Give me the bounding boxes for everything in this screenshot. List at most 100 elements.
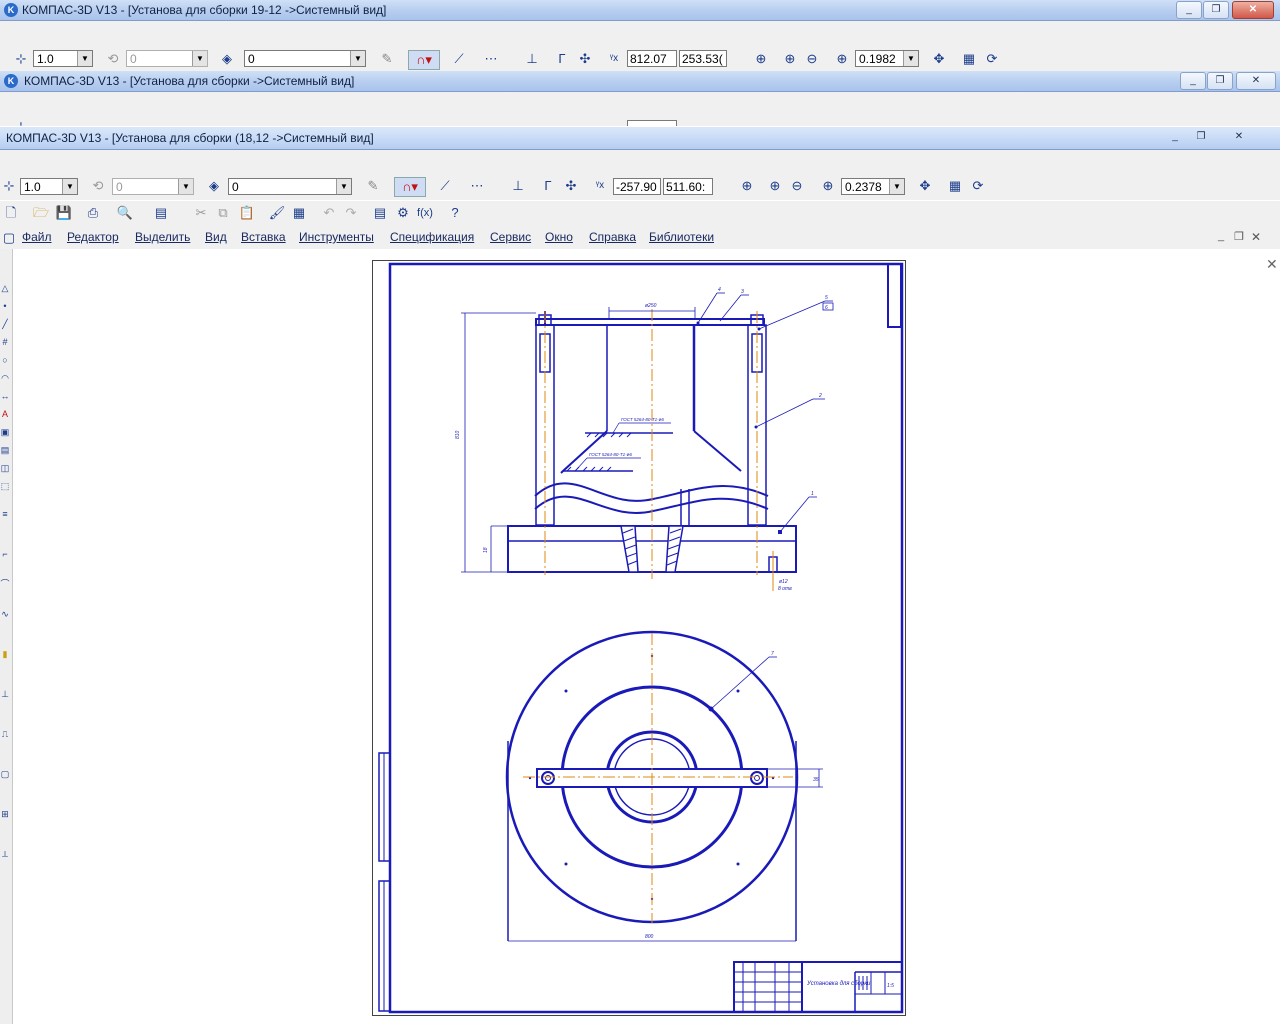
menu-tools[interactable]: Инструменты [299,230,374,244]
zoom-combo[interactable]: 0.1982 ▼ [855,50,919,67]
zoom-combo[interactable]: 0.2378 ▼ [841,178,905,195]
angle-combo[interactable]: 0 ▼ [126,50,208,67]
menu-specification[interactable]: Спецификация [390,230,474,244]
minimize-button[interactable]: _ [1163,129,1187,145]
menu-select[interactable]: Выделить [135,230,190,244]
pan-icon[interactable]: ✥ [916,177,934,195]
text-icon[interactable]: A [0,409,10,419]
close-button[interactable]: ✕ [1232,1,1274,19]
tool-icon-c[interactable]: ▮ [0,649,10,659]
zoom-scale-icon[interactable]: ⊕ [819,177,837,195]
measure-icon[interactable]: ◫ [0,463,10,473]
circle-icon[interactable]: ○ [0,355,10,365]
trim-icon[interactable]: Γ [539,177,557,195]
pan-icon[interactable]: ✥ [930,50,948,68]
window-title-bar-3[interactable]: КОМПАС-3D V13 - [Установа для сборки (18… [0,127,1280,150]
properties-icon[interactable]: ▦ [290,204,308,222]
step-combo[interactable]: 1.0 ▼ [20,178,78,195]
menu-service[interactable]: Сервис [490,230,531,244]
layer-icon[interactable]: ◈ [205,177,223,195]
menu-editor[interactable]: Редактор [67,230,119,244]
menu-libraries[interactable]: Библиотеки [649,230,714,244]
drawing-canvas[interactable]: ø250 810 18 ø12 8 отв ГОСТ 5264-80-Т1-ø6… [373,261,905,1015]
paste-icon[interactable]: 📋 [238,204,256,222]
layer-icon[interactable]: ◈ [218,50,236,68]
snap-settings-icon[interactable]: ✣ [562,177,580,195]
cut-icon[interactable]: ✂ [192,204,210,222]
chevron-down-icon[interactable]: ▼ [350,51,365,66]
chevron-down-icon[interactable]: ▼ [178,179,193,194]
segment-icon[interactable]: ╱ [0,319,10,329]
tool-icon-e[interactable]: ⎍ [0,729,10,739]
undo-icon[interactable]: ↶ [320,204,338,222]
help-icon[interactable]: ? [446,204,464,222]
tool-icon-a[interactable]: ⌒ [0,579,10,589]
spec-icon[interactable]: ≡ [0,509,10,519]
print-icon[interactable]: ⎙ [84,204,102,222]
snap-magnet-icon[interactable]: ∩▾ [394,177,426,197]
tree-icon[interactable]: ▤ [371,204,389,222]
refresh-icon[interactable]: ⟳ [983,50,1001,68]
grid-step-icon[interactable]: ⊹ [12,50,30,68]
dimension-icon[interactable]: ↔ [0,391,10,401]
chevron-down-icon[interactable]: ▼ [889,179,904,194]
y-coordinate-field[interactable]: 511.60: [663,178,713,195]
trim-icon[interactable]: Γ [553,50,571,68]
x-coordinate-field[interactable]: 812.07 [627,50,677,67]
restore-button[interactable]: ❐ [1203,1,1229,19]
geometry-icon[interactable]: △ [0,283,10,293]
open-file-icon[interactable]: 🗁 [32,204,50,222]
zoom-out-icon[interactable]: ⊖ [803,50,821,68]
minimize-button[interactable]: _ [1180,72,1206,90]
menu-view[interactable]: Вид [205,230,227,244]
window-title-bar-2[interactable]: K КОМПАС-3D V13 - [Установа для сборки -… [0,71,1280,92]
panel-close-icon[interactable]: ✕ [1266,256,1278,273]
show-all-icon[interactable]: ▦ [946,177,964,195]
new-file-icon[interactable]: 🗋 [2,204,20,222]
zoom-window-icon[interactable]: ⊕ [738,177,756,195]
tool-icon-g[interactable]: ⊞ [0,809,10,819]
doc-close-button[interactable]: ✕ [1251,230,1261,244]
local-cs-icon[interactable]: ⊥ [523,50,541,68]
param-icon[interactable]: ▤ [0,445,10,455]
menu-window[interactable]: Окно [545,230,573,244]
x-coordinate-field[interactable]: -257.90 [613,178,661,195]
refresh-icon[interactable]: ⟳ [969,177,987,195]
grid-icon[interactable]: ⋯▾ [482,50,500,84]
coordinates-icon[interactable]: ᵞx [591,177,609,195]
save-icon[interactable]: 💾 [55,204,73,222]
chevron-down-icon[interactable]: ▼ [903,51,918,66]
zoom-window-icon[interactable]: ⊕ [752,50,770,68]
arc-icon[interactable]: ◠ [0,373,10,383]
zoom-out-icon[interactable]: ⊖ [788,177,806,195]
close-button[interactable]: ✕ [1236,72,1276,90]
step-combo[interactable]: 1.0 ▼ [33,50,93,67]
pen-icon[interactable]: ✎ [364,177,382,195]
zoom-in-icon[interactable]: ⊕ [766,177,784,195]
doc-restore-button[interactable]: ❐ [1234,230,1244,243]
ortho-icon[interactable]: ⟋ [450,50,468,68]
chevron-down-icon[interactable]: ▼ [62,179,77,194]
drawing-sheet[interactable]: ø250 810 18 ø12 8 отв ГОСТ 5264-80-Т1-ø6… [372,260,906,1016]
hatch-icon[interactable]: # [0,337,10,347]
coordinates-icon[interactable]: ᵞx [605,50,623,68]
edit-icon[interactable]: ▣ [0,427,10,437]
angle-icon[interactable]: ⟲ [89,177,107,195]
redo-icon[interactable]: ↷ [342,204,360,222]
local-cs-icon[interactable]: ⊥ [509,177,527,195]
menu-help[interactable]: Справка [589,230,636,244]
manager-icon[interactable]: ▤ [152,204,170,222]
tool-icon-f[interactable]: ▢ [0,769,10,779]
variables-icon[interactable]: f(x) [416,204,434,222]
ortho-icon[interactable]: ⟋ [436,177,454,195]
tool-icon-b[interactable]: ∿ [0,609,10,619]
layer-combo[interactable]: 0 ▼ [228,178,352,195]
grid-step-icon[interactable]: ⊹ [0,177,18,195]
window-title-bar-1[interactable]: K КОМПАС-3D V13 - [Установа для сборки 1… [0,0,1280,21]
menu-file[interactable]: Файл [22,230,52,244]
tool-icon-h[interactable]: ⟂ [0,849,10,859]
menu-insert[interactable]: Вставка [241,230,286,244]
pen-icon[interactable]: ✎ [378,50,396,68]
select-icon[interactable]: ⬚ [0,481,10,491]
tool-icon-d[interactable]: ⊥ [0,689,10,699]
